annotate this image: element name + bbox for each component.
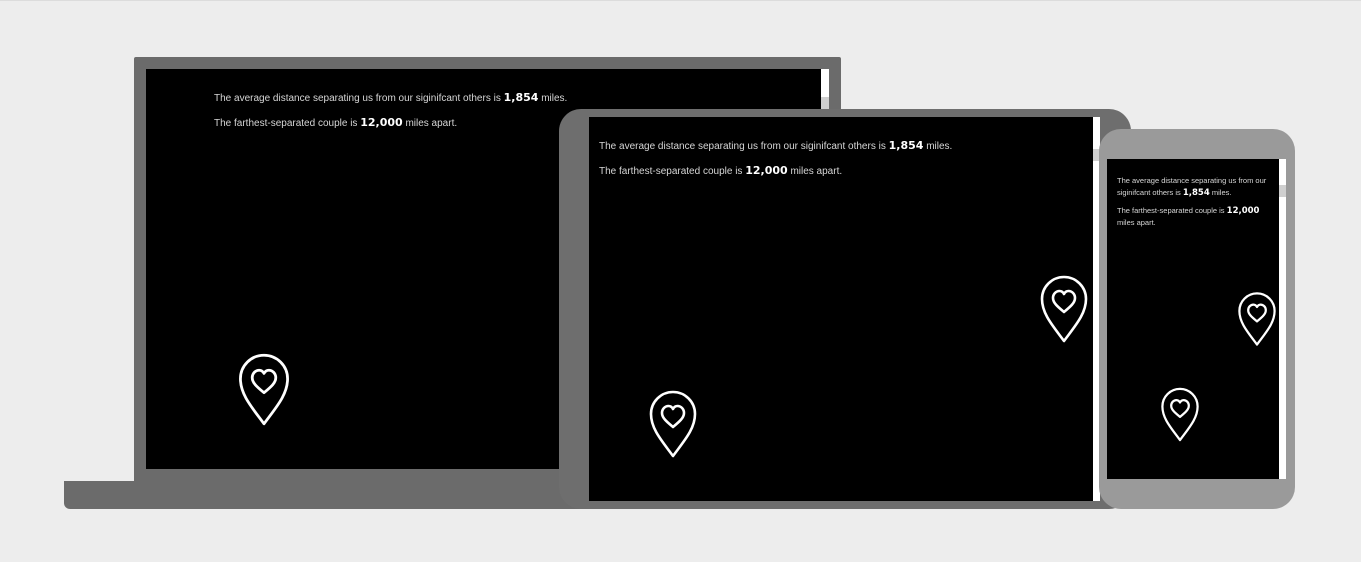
farthest-couple-prefix: The farthest-separated couple is	[214, 118, 358, 129]
farthest-couple-suffix: miles apart.	[405, 118, 458, 129]
average-distance-value: 1,854	[503, 91, 539, 104]
farthest-couple-value: 12,000	[360, 116, 403, 129]
farthest-couple-prefix: The farthest-separated couple is	[1117, 206, 1225, 215]
farthest-couple-prefix: The farthest-separated couple is	[599, 166, 743, 177]
average-distance-prefix: The average distance separating us from …	[599, 141, 886, 152]
phone-scrollbar[interactable]	[1279, 159, 1286, 479]
farthest-couple-suffix: miles apart.	[1117, 218, 1156, 227]
average-distance-value: 1,854	[888, 139, 924, 152]
phone-device: The average distance separating us from …	[1099, 129, 1295, 509]
average-distance-value: 1,854	[1182, 188, 1210, 198]
phone-screen: The average distance separating us from …	[1107, 159, 1286, 479]
tablet-screen: The average distance separating us from …	[589, 117, 1100, 501]
heart-map-pin-icon[interactable]	[1160, 386, 1200, 443]
average-distance-text: The average distance separating us from …	[214, 91, 567, 104]
heart-map-pin-icon[interactable]	[1039, 274, 1089, 344]
laptop-scrollbar-thumb[interactable]	[821, 97, 829, 109]
farthest-couple-value: 12,000	[1226, 206, 1260, 216]
heart-map-pin-icon[interactable]	[237, 352, 291, 427]
laptop-base	[64, 481, 624, 509]
average-distance-suffix: miles.	[926, 141, 953, 152]
heart-map-pin-icon[interactable]	[1237, 290, 1277, 348]
average-distance-text: The average distance separating us from …	[599, 139, 952, 152]
average-distance-suffix: miles.	[1211, 188, 1232, 197]
average-distance-suffix: miles.	[541, 93, 568, 104]
farthest-couple-value: 12,000	[745, 164, 788, 177]
farthest-couple-text: The farthest-separated couple is 12,000 …	[599, 164, 842, 177]
top-divider	[0, 0, 1361, 1]
heart-map-pin-icon[interactable]	[648, 389, 698, 459]
farthest-couple-suffix: miles apart.	[790, 166, 843, 177]
farthest-couple-text: The farthest-separated couple is 12,000 …	[214, 116, 457, 129]
farthest-couple-text: The farthest-separated couple is 12,000 …	[1117, 205, 1277, 229]
average-distance-prefix: The average distance separating us from …	[214, 93, 501, 104]
phone-scrollbar-thumb[interactable]	[1279, 185, 1286, 197]
average-distance-text: The average distance separating us from …	[1117, 175, 1277, 199]
tablet-device: The average distance separating us from …	[559, 109, 1131, 509]
